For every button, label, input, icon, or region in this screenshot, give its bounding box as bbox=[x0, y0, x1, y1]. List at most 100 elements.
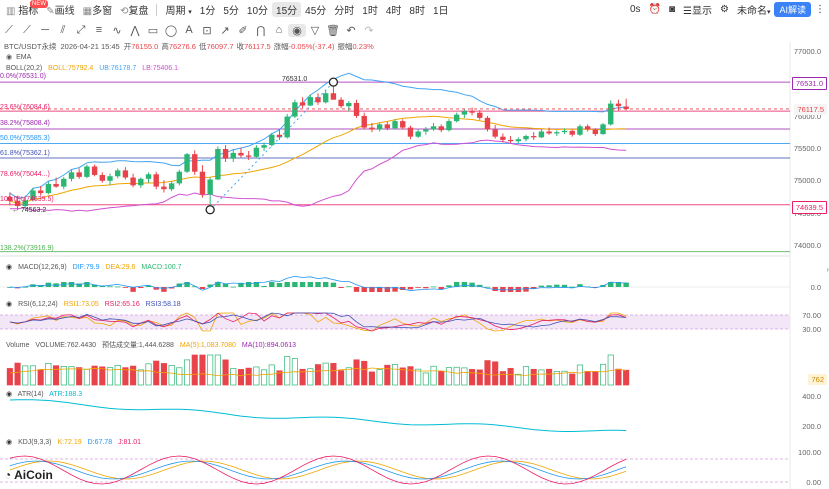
ellipse-tool-icon[interactable]: ◯ bbox=[162, 24, 180, 37]
kdj-legend[interactable]: ◉ KDJ(9,3,3) K:72.19 D:67.78 J:81.01 bbox=[6, 438, 145, 446]
eye-icon[interactable]: ◉ bbox=[6, 439, 12, 446]
high-annotation: 76531.0 bbox=[282, 76, 308, 83]
candle-body bbox=[253, 147, 260, 157]
horizontal-line-icon[interactable]: ─ bbox=[36, 24, 54, 36]
line-tool-icon[interactable]: ⟋ bbox=[0, 24, 18, 37]
zigzag-tool-icon[interactable]: ⋀ bbox=[126, 24, 144, 37]
channel-tool-icon[interactable]: ⫽ bbox=[54, 24, 72, 37]
volume-bar bbox=[106, 367, 114, 386]
candle-body bbox=[145, 174, 152, 179]
interval-1m[interactable]: 1分 bbox=[196, 2, 220, 17]
ai-interpret-button[interactable]: AI解读 bbox=[774, 2, 811, 17]
account-menu[interactable]: 未命名▾ bbox=[733, 2, 775, 17]
volume-bar bbox=[584, 370, 591, 386]
boll-legend[interactable]: BOLL(20,2) BOLL:75792.4 UB:76178.7 LB:75… bbox=[6, 65, 182, 72]
candle-body bbox=[107, 176, 113, 181]
more-icon[interactable]: ⋮ bbox=[811, 4, 829, 15]
candle-body bbox=[423, 129, 429, 132]
interval-8h[interactable]: 8时 bbox=[405, 2, 429, 17]
camera-icon[interactable]: ◙ bbox=[665, 4, 679, 15]
volume-bar bbox=[322, 362, 329, 386]
trend-tool-icon[interactable]: ⤢ bbox=[72, 24, 90, 37]
interval-10m[interactable]: 10分 bbox=[243, 2, 272, 17]
chevron-down-icon: ▾ bbox=[188, 9, 192, 16]
filter-icon[interactable]: ▽ bbox=[306, 24, 324, 37]
path-tool-icon[interactable]: ∿ bbox=[108, 24, 126, 37]
macd-bar bbox=[346, 286, 352, 288]
eye-icon[interactable]: ◉ bbox=[6, 54, 12, 61]
macd-bar bbox=[592, 287, 599, 288]
kdj-line bbox=[9, 460, 627, 480]
price-tick: 74000.0 bbox=[793, 241, 821, 251]
eye-icon[interactable]: ◉ bbox=[6, 264, 12, 271]
undo-icon[interactable]: ↶ bbox=[342, 24, 360, 37]
main-chart[interactable] bbox=[0, 0, 829, 489]
volume-bar bbox=[245, 367, 252, 386]
macd-legend[interactable]: ◉ MACD(12,26,9) DIF:79.9 DEA:29.6 MACD:1… bbox=[6, 263, 185, 271]
redo-icon[interactable]: ↷ bbox=[360, 24, 378, 37]
volume-bar bbox=[515, 373, 522, 386]
replay-menu[interactable]: ⟲复盘 bbox=[116, 2, 152, 17]
macd-value: MACD:100.7 bbox=[141, 264, 182, 271]
volume-legend[interactable]: Volume VOLUME:762.4430 预估成交量:1,444.6288 … bbox=[6, 340, 300, 350]
candle-body bbox=[330, 93, 337, 100]
volume-bar bbox=[83, 368, 90, 386]
interval-1h[interactable]: 1时 bbox=[358, 2, 382, 17]
alarm-icon[interactable]: ⏰ bbox=[645, 4, 665, 15]
interval-5m[interactable]: 5分 bbox=[219, 2, 243, 17]
trash-icon[interactable]: 🗑 bbox=[324, 24, 342, 37]
kdj-d: D:67.78 bbox=[87, 439, 113, 446]
volume-bar bbox=[291, 358, 298, 386]
arrow-tool-icon[interactable]: ↗ bbox=[216, 24, 234, 37]
indicator-menu[interactable]: ▥ 指标 NEW bbox=[0, 0, 48, 17]
lock-icon[interactable]: ⌂ bbox=[270, 24, 288, 36]
price-tick: 77000.0 bbox=[793, 46, 821, 56]
measure-tool-icon[interactable]: ⊡ bbox=[198, 24, 216, 37]
volume-bar bbox=[499, 371, 506, 386]
eye-icon[interactable]: ◉ bbox=[6, 301, 12, 308]
period-dropdown[interactable]: 周期 ▾ bbox=[161, 2, 195, 17]
rsi1-value: RSI1:73.05 bbox=[63, 301, 99, 308]
volume-estimate: 预估成交量:1,444.6288 bbox=[101, 342, 174, 349]
candle-body bbox=[407, 127, 414, 137]
eye-icon[interactable]: ◉ bbox=[288, 23, 306, 37]
volume-bar bbox=[530, 368, 537, 386]
fib-tool-icon[interactable]: ≡ bbox=[90, 24, 108, 36]
seconds-toggle[interactable]: 0s bbox=[626, 4, 645, 15]
interval-45m[interactable]: 45分 bbox=[301, 2, 330, 17]
volume-bar bbox=[299, 368, 306, 386]
macd-pane bbox=[0, 275, 790, 292]
macd-dif-line bbox=[9, 275, 627, 292]
settings-icon[interactable]: ⚙ bbox=[716, 4, 733, 15]
candle-body bbox=[76, 172, 82, 177]
fib-label: 0.0%(76531.0) bbox=[0, 73, 46, 80]
display-label: 显示 bbox=[692, 6, 712, 17]
candle-body bbox=[369, 127, 375, 130]
interval-15m[interactable]: 15分 bbox=[272, 2, 302, 17]
rsi3-value: RSI3:58.18 bbox=[145, 301, 181, 308]
candle-body bbox=[138, 178, 144, 186]
volume-value: VOLUME:762.4430 bbox=[35, 342, 97, 349]
rsi-legend[interactable]: ◉ RSI(6,12,24) RSI1:73.05 RSI2:65.16 RSI… bbox=[6, 300, 185, 308]
interval-1d[interactable]: 1日 bbox=[429, 2, 453, 17]
interval-timeshare[interactable]: 分时 bbox=[330, 2, 358, 17]
volume-bar bbox=[623, 369, 630, 386]
boll-lb-value: LB:75406.1 bbox=[142, 65, 178, 72]
fib-label: 78.6%(75044...) bbox=[0, 171, 50, 178]
macd-bar bbox=[461, 282, 468, 287]
brush-tool-icon[interactable]: ✐ bbox=[234, 24, 252, 37]
text-tool-icon[interactable]: A bbox=[180, 24, 198, 36]
interval-4h[interactable]: 4时 bbox=[382, 2, 406, 17]
candle-body bbox=[37, 190, 44, 194]
display-menu[interactable]: ☰显示 bbox=[679, 2, 716, 17]
macd-bar bbox=[492, 287, 498, 291]
ema-legend[interactable]: ◉ EMA bbox=[6, 53, 35, 61]
fib-label: 38.2%(75808.4) bbox=[0, 120, 50, 127]
atr-legend[interactable]: ◉ ATR(14) ATR:188.3 bbox=[6, 390, 86, 398]
multi-window-menu[interactable]: ▦多窗 bbox=[79, 2, 116, 17]
rect-tool-icon[interactable]: ▭ bbox=[144, 24, 162, 37]
boll-upper-line bbox=[9, 72, 627, 199]
magnet-icon[interactable]: ⋂ bbox=[252, 24, 270, 37]
ray-tool-icon[interactable]: ⟋ bbox=[18, 24, 36, 37]
eye-icon[interactable]: ◉ bbox=[6, 391, 12, 398]
